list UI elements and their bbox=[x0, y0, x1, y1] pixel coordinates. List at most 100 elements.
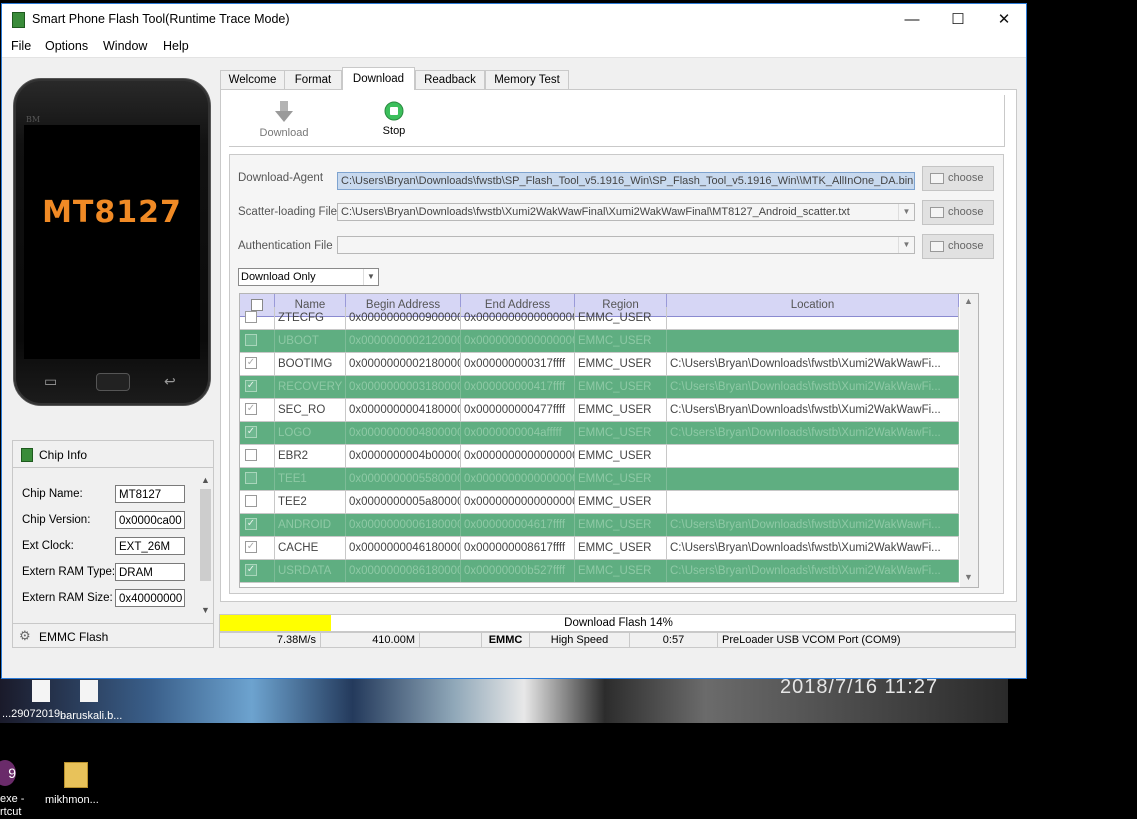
menu-help[interactable]: Help bbox=[163, 39, 189, 53]
download-mode-select[interactable]: Download Only ▼ bbox=[238, 268, 379, 286]
minimize-button[interactable]: — bbox=[889, 4, 935, 35]
choose-download-agent-button[interactable]: choose bbox=[922, 166, 994, 191]
folder-icon[interactable] bbox=[64, 762, 88, 788]
table-scrollbar[interactable]: ▲ ▼ bbox=[960, 294, 978, 587]
row-checkbox[interactable] bbox=[245, 449, 257, 461]
cell-region: EMMC_USER bbox=[575, 353, 667, 375]
cell-region: EMMC_USER bbox=[575, 468, 667, 490]
chevron-down-icon[interactable]: ▼ bbox=[898, 204, 914, 220]
cell-begin: 0x0000000086180000 bbox=[346, 560, 461, 582]
tab-welcome[interactable]: Welcome bbox=[220, 70, 285, 89]
menu-bar: File Options Window Help bbox=[2, 35, 1026, 58]
chip-info-value[interactable]: EXT_26M bbox=[115, 537, 185, 555]
cell-name: TEE2 bbox=[275, 491, 346, 513]
download-agent-field[interactable]: C:\Users\Bryan\Downloads\fwstb\SP_Flash_… bbox=[337, 172, 915, 190]
auth-file-select[interactable]: ▼ bbox=[337, 236, 915, 254]
table-row[interactable]: ✓ RECOVERY 0x0000000003180000 0x00000000041… bbox=[240, 376, 959, 399]
tab-memory-test[interactable]: Memory Test bbox=[485, 70, 569, 89]
transfer-size: 410.00M bbox=[321, 633, 420, 647]
cell-location bbox=[667, 330, 959, 352]
row-checkbox[interactable]: ✓ bbox=[245, 357, 257, 369]
table-row[interactable]: ✓ CACHE 0x0000000046180000 0x000000008617ff… bbox=[240, 537, 959, 560]
progress-bar: Download Flash 14% bbox=[219, 614, 1016, 632]
photo-timestamp: 2018/7/16 11:27 bbox=[780, 676, 939, 698]
chip-model-label: MT8127 bbox=[42, 195, 182, 230]
tab-format[interactable]: Format bbox=[284, 70, 342, 89]
scroll-thumb[interactable] bbox=[200, 489, 211, 581]
stop-icon bbox=[384, 101, 404, 121]
stop-button[interactable]: Stop bbox=[369, 101, 419, 137]
cell-begin: 0x0000000002180000 bbox=[346, 353, 461, 375]
title-bar[interactable]: Smart Phone Flash Tool(Runtime Trace Mod… bbox=[2, 4, 1026, 35]
chevron-down-icon[interactable]: ▼ bbox=[363, 269, 378, 285]
menu-file[interactable]: File bbox=[11, 39, 31, 53]
shortcut-label: exe - rtcut bbox=[0, 793, 25, 818]
maximize-button[interactable]: ☐ bbox=[935, 4, 981, 35]
gear-icon: ⚙ bbox=[19, 628, 31, 643]
cell-begin: 0x0000000003180000 bbox=[346, 376, 461, 398]
scroll-down-icon[interactable]: ▼ bbox=[964, 572, 973, 582]
table-row[interactable]: ✓ SEC_RO 0x0000000004180000 0x000000000477f… bbox=[240, 399, 959, 422]
chip-info-value[interactable]: 0x40000000 bbox=[115, 589, 185, 607]
table-row[interactable]: EBR2 0x0000000004b00000 0x0000000000000000… bbox=[240, 445, 959, 468]
row-checkbox[interactable]: ✓ bbox=[245, 518, 257, 530]
table-row[interactable]: TEE1 0x0000000005580000 0x0000000000000000… bbox=[240, 468, 959, 491]
chip-info-label: Chip Name: bbox=[22, 488, 83, 500]
chip-info-value[interactable]: DRAM bbox=[115, 563, 185, 581]
scatter-file-select[interactable]: C:\Users\Bryan\Downloads\fwstb\Xumi2WakW… bbox=[337, 203, 915, 221]
row-checkbox-cell: ✓ bbox=[240, 560, 275, 582]
download-toolbar: Download Stop bbox=[229, 95, 1005, 147]
row-checkbox[interactable] bbox=[245, 334, 257, 346]
chip-info-value[interactable]: 0x0000ca00 bbox=[115, 511, 185, 529]
tab-readback[interactable]: Readback bbox=[415, 70, 485, 89]
row-checkbox[interactable] bbox=[245, 495, 257, 507]
chip-info-label: Ext Clock: bbox=[22, 540, 74, 552]
row-checkbox-cell bbox=[240, 445, 275, 467]
table-row[interactable]: ✓ ANDROID 0x0000000006180000 0x000000004617… bbox=[240, 514, 959, 537]
table-row[interactable]: UBOOT 0x0000000002120000 0x000000000000000… bbox=[240, 330, 959, 353]
emmc-flash-header[interactable]: ⚙ EMMC Flash bbox=[13, 623, 213, 648]
menu-window[interactable]: Window bbox=[103, 39, 147, 53]
table-row[interactable]: ZTECFG 0x0000000000900000 0x00000000000000… bbox=[240, 307, 959, 330]
chevron-down-icon[interactable]: ▼ bbox=[898, 237, 914, 253]
row-checkbox[interactable] bbox=[245, 311, 257, 323]
row-checkbox[interactable]: ✓ bbox=[245, 564, 257, 576]
window-title: Smart Phone Flash Tool(Runtime Trace Mod… bbox=[32, 12, 290, 26]
cell-name: CACHE bbox=[275, 537, 346, 559]
cell-begin: 0x0000000005580000 bbox=[346, 468, 461, 490]
cell-location bbox=[667, 491, 959, 513]
scroll-down-icon[interactable]: ▼ bbox=[201, 605, 210, 615]
app-shortcut-icon[interactable]: 9 bbox=[0, 760, 16, 786]
scroll-up-icon[interactable]: ▲ bbox=[201, 475, 210, 485]
choose-scatter-button[interactable]: choose bbox=[922, 200, 994, 225]
choose-label: choose bbox=[948, 206, 984, 218]
download-button[interactable]: Download bbox=[259, 101, 309, 139]
desktop-file-icon[interactable] bbox=[32, 680, 50, 702]
row-checkbox[interactable]: ✓ bbox=[245, 403, 257, 415]
transfer-speed: 7.38M/s bbox=[220, 633, 321, 647]
row-checkbox[interactable]: ✓ bbox=[245, 541, 257, 553]
menu-options[interactable]: Options bbox=[45, 39, 88, 53]
table-row[interactable]: TEE2 0x0000000005a80000 0x0000000000000000… bbox=[240, 491, 959, 514]
table-row[interactable]: ✓ USRDATA 0x0000000086180000 0x00000000b527… bbox=[240, 560, 959, 583]
tab-download[interactable]: Download bbox=[342, 67, 415, 90]
chip-info-value[interactable]: MT8127 bbox=[115, 485, 185, 503]
cell-end: 0x000000000477ffff bbox=[461, 399, 575, 421]
row-checkbox[interactable]: ✓ bbox=[245, 426, 257, 438]
choose-auth-button[interactable]: choose bbox=[922, 234, 994, 259]
chip-info-row: Chip Name: MT8127 bbox=[22, 485, 202, 505]
row-checkbox[interactable]: ✓ bbox=[245, 380, 257, 392]
row-checkbox[interactable] bbox=[245, 472, 257, 484]
scroll-up-icon[interactable]: ▲ bbox=[964, 296, 973, 306]
chip-info-scrollbar[interactable]: ▲ ▼ bbox=[199, 473, 212, 619]
cell-name: SEC_RO bbox=[275, 399, 346, 421]
cell-end: 0x000000000417ffff bbox=[461, 376, 575, 398]
folder-icon bbox=[930, 241, 944, 252]
desktop-file-icon[interactable] bbox=[80, 680, 98, 702]
table-row[interactable]: ✓ BOOTIMG 0x0000000002180000 0x000000000317… bbox=[240, 353, 959, 376]
chip-info-header[interactable]: Chip Info bbox=[13, 441, 213, 468]
table-row[interactable]: ✓ LOGO 0x0000000004800000 0x0000000004affff… bbox=[240, 422, 959, 445]
folder-label: mikhmon... bbox=[45, 794, 99, 806]
cell-location: C:\Users\Bryan\Downloads\fwstb\Xumi2WakW… bbox=[667, 560, 959, 582]
close-button[interactable]: ✕ bbox=[981, 4, 1027, 35]
